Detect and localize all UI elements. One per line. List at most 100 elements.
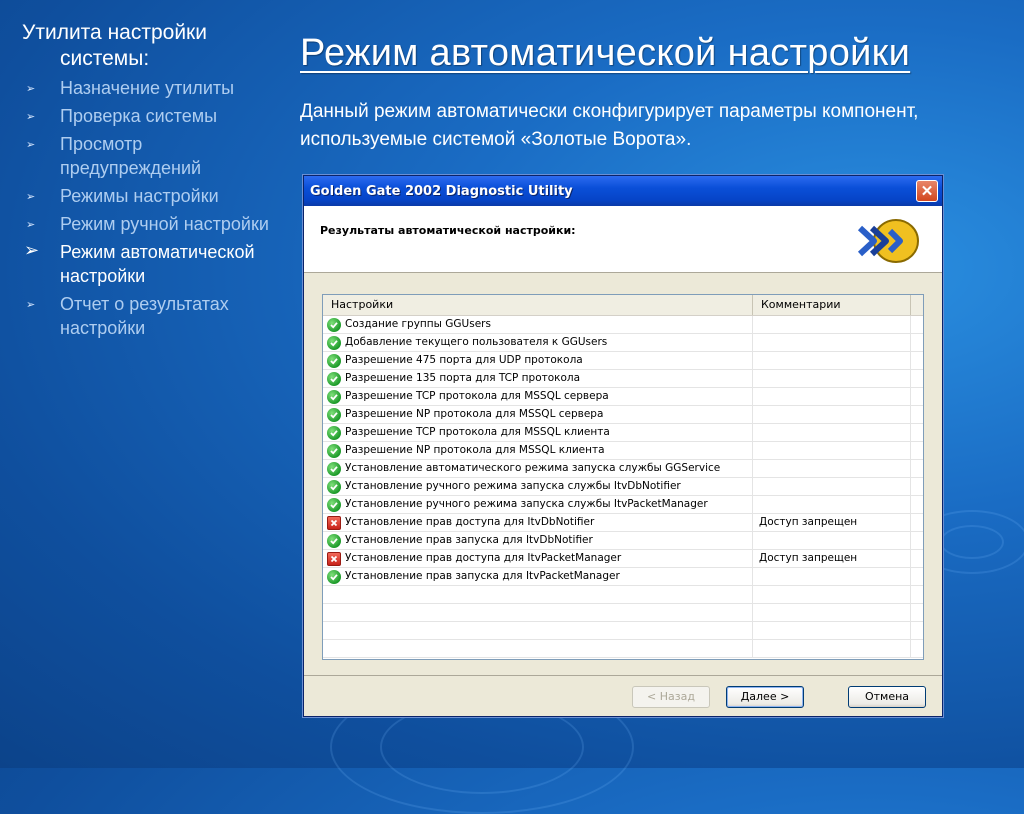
arrow-bullet-icon: ➢ (26, 219, 36, 231)
setting-cell: Установление автоматического режима запу… (323, 460, 753, 477)
comment-cell (753, 622, 911, 639)
background-ripple (940, 525, 1004, 559)
setting-label: Установление ручного режима запуска служ… (345, 498, 708, 510)
setting-label: Установление прав доступа для ItvDbNotif… (345, 516, 595, 528)
setting-cell: Разрешение 475 порта для UDP протокола (323, 352, 753, 369)
sidebar-item-label: Проверка системы (60, 106, 218, 126)
table-row[interactable]: Разрешение TCP протокола для MSSQL серве… (323, 388, 923, 406)
diagnostic-dialog: Golden Gate 2002 Diagnostic Utility ✕ Ре… (303, 175, 943, 717)
table-row[interactable]: Установление автоматического режима запу… (323, 460, 923, 478)
table-row[interactable]: Установление прав доступа для ItvPacketM… (323, 550, 923, 568)
column-header-comments[interactable]: Комментарии (753, 295, 911, 315)
table-row[interactable]: Разрешение NP протокола для MSSQL сервер… (323, 406, 923, 424)
table-row[interactable] (323, 640, 923, 658)
sidebar-item-label: Отчет о результатах настройки (60, 294, 229, 338)
table-row[interactable]: Установление прав запуска для ItvPacketM… (323, 568, 923, 586)
close-icon: ✕ (920, 183, 934, 200)
comment-cell (753, 334, 911, 351)
comment-cell (753, 352, 911, 369)
next-button[interactable]: Далее > (726, 686, 804, 708)
check-icon (327, 371, 341, 386)
setting-cell: Разрешение NP протокола для MSSQL клиент… (323, 442, 753, 459)
page-title: Режим автоматической настройки (300, 32, 911, 74)
dialog-header-panel: Результаты автоматической настройки: (304, 206, 942, 273)
comment-cell (753, 460, 911, 477)
setting-cell: Разрешение TCP протокола для MSSQL клиен… (323, 424, 753, 441)
sidebar-item-label: Режим ручной настройки (60, 214, 269, 234)
sidebar-title-line2: системы: (60, 47, 150, 70)
setting-label: Создание группы GGUsers (345, 318, 491, 330)
table-row[interactable]: Установление прав запуска для ItvDbNotif… (323, 532, 923, 550)
comment-cell (753, 406, 911, 423)
arrow-bullet-icon: ➢ (26, 299, 36, 311)
setting-label: Разрешение 135 порта для TCP протокола (345, 372, 581, 384)
setting-cell: Установление ручного режима запуска служ… (323, 496, 753, 513)
comment-cell (753, 424, 911, 441)
setting-cell: Установление прав запуска для ItvPacketM… (323, 568, 753, 585)
setting-label: Разрешение TCP протокола для MSSQL клиен… (345, 426, 610, 438)
table-row[interactable]: Установление ручного режима запуска служ… (323, 478, 923, 496)
sidebar-item-label: Назначение утилиты (60, 78, 235, 98)
setting-cell: Установление прав запуска для ItvDbNotif… (323, 532, 753, 549)
sidebar-item-label: Режим автоматической настройки (60, 242, 255, 286)
setting-cell: Установление ручного режима запуска служ… (323, 478, 753, 495)
arrow-bullet-icon: ➢ (26, 191, 36, 203)
table-row[interactable]: Добавление текущего пользователя к GGUse… (323, 334, 923, 352)
sidebar-item-auto-mode[interactable]: ➢ Режим автоматической настройки (22, 240, 272, 288)
column-header-settings[interactable]: Настройки (323, 295, 753, 315)
comment-cell (753, 370, 911, 387)
setting-cell (323, 622, 753, 639)
setting-label: Установление автоматического режима запу… (345, 462, 721, 474)
check-icon (327, 425, 341, 440)
comment-cell (753, 478, 911, 495)
sidebar-item-manual-mode[interactable]: ➢ Режим ручной настройки (22, 212, 272, 236)
table-row[interactable]: Разрешение 475 порта для UDP протокола (323, 352, 923, 370)
close-button[interactable]: ✕ (916, 180, 938, 202)
setting-cell (323, 586, 753, 603)
check-icon (327, 569, 341, 584)
sidebar-item-report[interactable]: ➢ Отчет о результатах настройки (22, 292, 272, 340)
setting-cell: Разрешение TCP протокола для MSSQL серве… (323, 388, 753, 405)
setting-cell: Разрешение NP протокола для MSSQL сервер… (323, 406, 753, 423)
golden-gate-logo-icon (857, 219, 919, 263)
table-row[interactable]: Установление прав доступа для ItvDbNotif… (323, 514, 923, 532)
sidebar-title-line1: Утилита настройки (22, 21, 207, 44)
table-row[interactable]: Разрешение NP протокола для MSSQL клиент… (323, 442, 923, 460)
dialog-footer: < Назад Далее > Отмена (304, 675, 942, 716)
check-icon (327, 443, 341, 458)
setting-cell: Добавление текущего пользователя к GGUse… (323, 334, 753, 351)
cancel-button[interactable]: Отмена (848, 686, 926, 708)
comment-cell (753, 316, 911, 333)
table-row[interactable]: Разрешение TCP протокола для MSSQL клиен… (323, 424, 923, 442)
table-row[interactable]: Создание группы GGUsers (323, 316, 923, 334)
sidebar-item-label: Режимы настройки (60, 186, 219, 206)
setting-cell: Разрешение 135 порта для TCP протокола (323, 370, 753, 387)
table-row[interactable] (323, 586, 923, 604)
setting-cell: Установление прав доступа для ItvDbNotif… (323, 514, 753, 531)
setting-cell: Создание группы GGUsers (323, 316, 753, 333)
table-row[interactable]: Разрешение 135 порта для TCP протокола (323, 370, 923, 388)
sidebar: Утилита настройки системы: ➢ Назначение у… (22, 20, 272, 344)
table-row[interactable]: Установление ручного режима запуска служ… (323, 496, 923, 514)
setting-label: Установление прав запуска для ItvPacketM… (345, 570, 620, 582)
sidebar-item-purpose[interactable]: ➢ Назначение утилиты (22, 76, 272, 100)
list-rows: Создание группы GGUsers Добавление текуще… (323, 316, 923, 658)
check-icon (327, 317, 341, 332)
check-icon (327, 389, 341, 404)
results-list-view[interactable]: Настройки Комментарии Создание группы GG… (322, 294, 924, 660)
setting-label: Разрешение NP протокола для MSSQL клиент… (345, 444, 605, 456)
sidebar-item-warnings[interactable]: ➢ Просмотр предупреждений (22, 132, 272, 180)
back-button[interactable]: < Назад (632, 686, 710, 708)
sidebar-list: ➢ Назначение утилиты ➢ Проверка системы ➢ П… (22, 76, 272, 340)
table-row[interactable] (323, 604, 923, 622)
setting-label: Разрешение 475 порта для UDP протокола (345, 354, 583, 366)
sidebar-item-modes[interactable]: ➢ Режимы настройки (22, 184, 272, 208)
results-heading: Результаты автоматической настройки: (320, 224, 576, 237)
dialog-titlebar[interactable]: Golden Gate 2002 Diagnostic Utility ✕ (304, 176, 942, 206)
arrow-bullet-icon: ➢ (26, 111, 36, 123)
setting-label: Добавление текущего пользователя к GGUse… (345, 336, 608, 348)
check-icon (327, 461, 341, 476)
sidebar-item-system-check[interactable]: ➢ Проверка системы (22, 104, 272, 128)
table-row[interactable] (323, 622, 923, 640)
check-icon (327, 335, 341, 350)
